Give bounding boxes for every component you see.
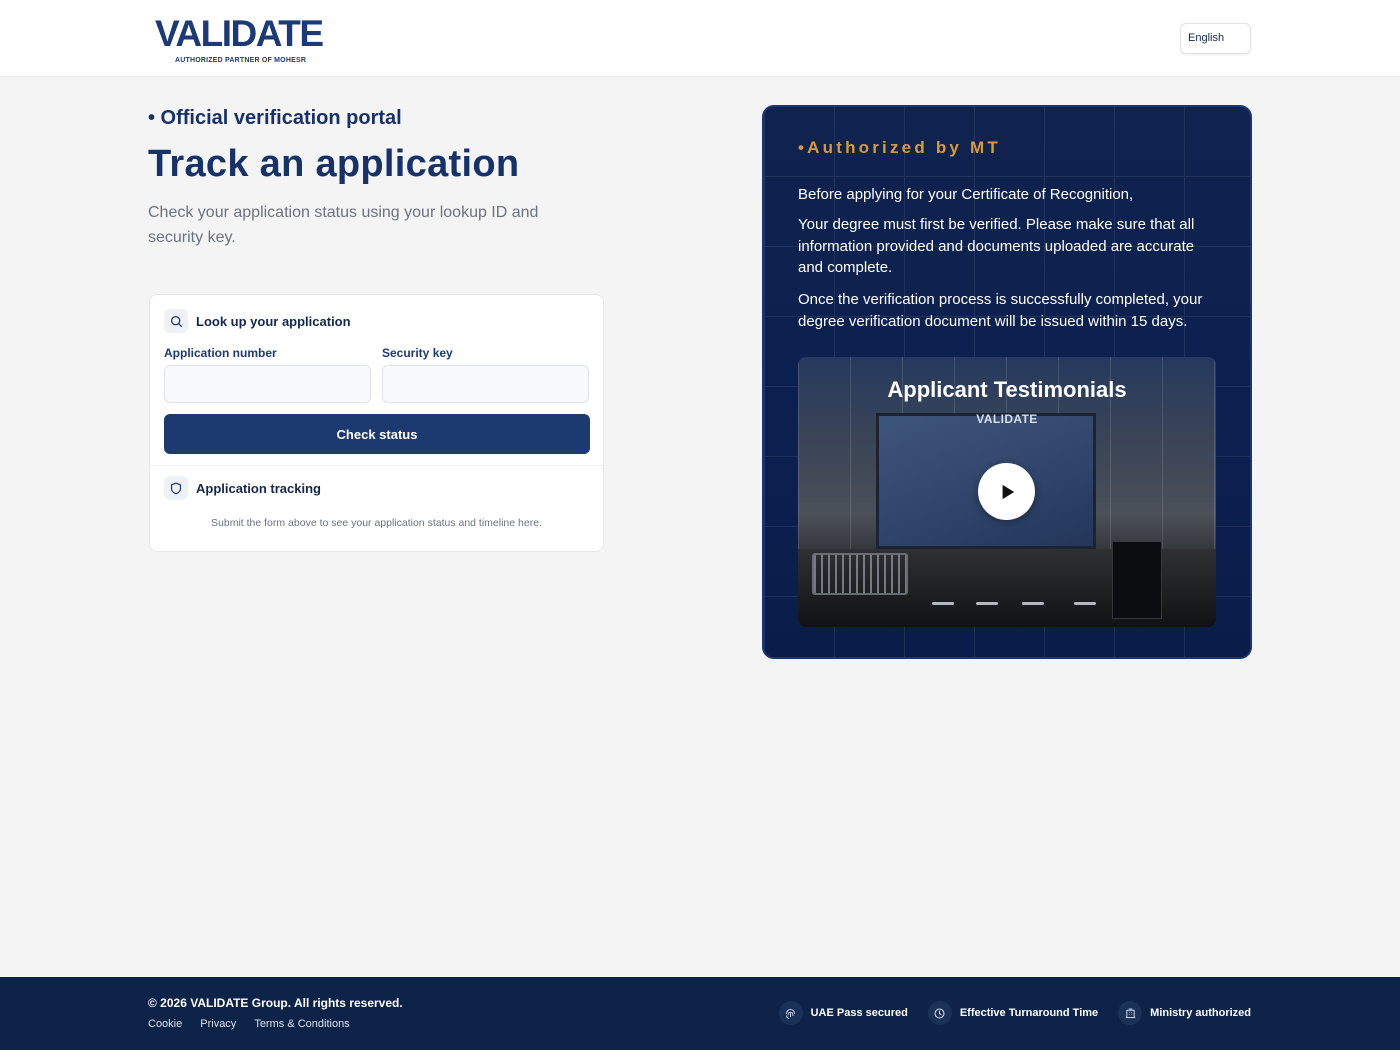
security-key-label: Security key (382, 346, 453, 360)
floor-light (976, 602, 998, 605)
turnaround-badge: Effective Turnaround Time (927, 1001, 1099, 1025)
card-divider (150, 465, 603, 466)
tracking-section-title: Application tracking (196, 480, 321, 496)
fingerprint-icon (778, 1001, 803, 1025)
portal-eyebrow: • Official verification portal (148, 107, 402, 129)
video-scene-bench (812, 553, 908, 595)
check-status-button[interactable]: Check status (164, 414, 590, 454)
site-header: VALIDATE AUTHORIZED PARTNER OF MOHESR En… (0, 0, 1400, 77)
floor-light (1074, 602, 1096, 605)
video-subtitle: VALIDATE (976, 412, 1038, 426)
play-button[interactable] (978, 463, 1035, 520)
trust-badges: UAE Pass secured Effective Turnaround Ti… (778, 1001, 1251, 1025)
privacy-link[interactable]: Privacy (200, 1018, 236, 1030)
language-selector[interactable]: English (1180, 23, 1251, 54)
badge-label: Ministry authorized (1150, 1007, 1251, 1019)
security-key-input[interactable] (382, 365, 589, 403)
panel-paragraph: Your degree must first be verified. Plea… (798, 216, 1195, 276)
floor-light (932, 602, 954, 605)
panel-paragraph: Once the verification process is success… (798, 291, 1203, 330)
lookup-section-title: Look up your application (196, 313, 351, 329)
page-title: Track an application (148, 143, 520, 185)
badge-label: UAE Pass secured (810, 1007, 908, 1019)
authorized-badge: •Authorized by MT (798, 138, 1001, 157)
page-description: Check your application status using your… (148, 204, 539, 246)
lookup-card: Look up your application Application num… (149, 294, 604, 552)
floor-light (1022, 602, 1044, 605)
building-icon (1118, 1001, 1143, 1025)
application-number-label: Application number (164, 346, 277, 360)
uae-pass-badge: UAE Pass secured (778, 1001, 908, 1025)
clock-icon (927, 1001, 952, 1025)
lookup-section-header: Look up your application (164, 309, 351, 333)
copyright-text: © 2026 VALIDATE Group. All rights reserv… (148, 996, 403, 1010)
terms-link[interactable]: Terms & Conditions (254, 1018, 349, 1030)
shield-icon (164, 476, 188, 500)
info-panel: •Authorized by MT Before applying for yo… (762, 105, 1252, 659)
footer-links: Cookie Privacy Terms & Conditions (148, 1018, 350, 1030)
tracking-empty-note: Submit the form above to see your applic… (211, 517, 542, 529)
tracking-section-header: Application tracking (164, 476, 321, 500)
ministry-badge: Ministry authorized (1118, 1001, 1251, 1025)
video-title: Applicant Testimonials (887, 377, 1127, 402)
validate-logo[interactable]: VALIDATE AUTHORIZED PARTNER OF MOHESR (155, 12, 330, 68)
video-scene-cabinet (1112, 541, 1162, 619)
testimonials-video[interactable]: Applicant Testimonials VALIDATE (798, 357, 1216, 627)
logo-wordmark: VALIDATE (155, 13, 324, 54)
logo-tagline: AUTHORIZED PARTNER OF MOHESR (175, 57, 307, 64)
panel-paragraph: Before applying for your Certificate of … (798, 186, 1134, 203)
play-icon (1002, 484, 1014, 499)
site-footer: © 2026 VALIDATE Group. All rights reserv… (0, 977, 1400, 1050)
application-number-input[interactable] (164, 365, 371, 403)
badge-label: Effective Turnaround Time (959, 1007, 1099, 1019)
cookie-link[interactable]: Cookie (148, 1018, 182, 1030)
search-icon (164, 309, 188, 333)
